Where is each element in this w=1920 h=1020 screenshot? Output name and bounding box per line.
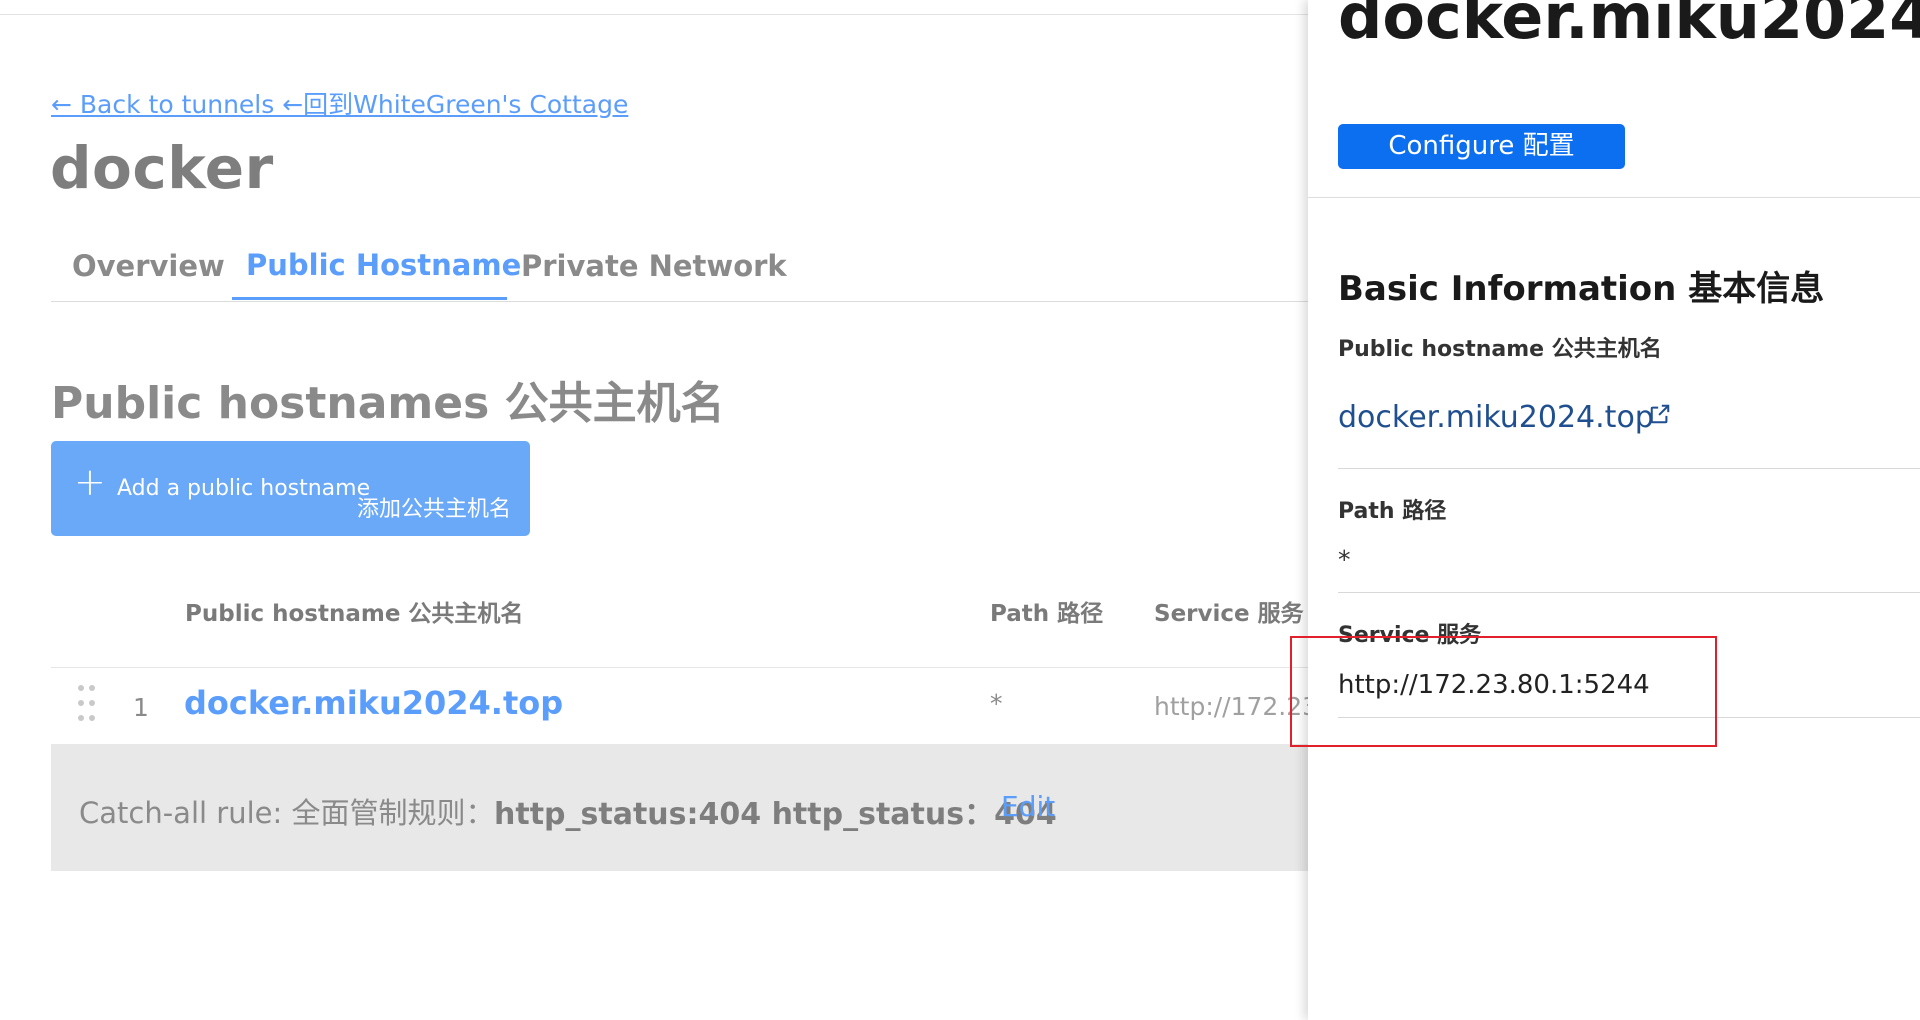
section-heading: Public hostnames 公共主机名 xyxy=(51,378,725,429)
active-tab-indicator xyxy=(232,297,507,300)
catch-all-value: http_status:404 http_status：404 xyxy=(494,797,1057,832)
drag-handle-icon[interactable] xyxy=(78,685,96,725)
configure-button[interactable]: Configure 配置 xyxy=(1338,124,1625,169)
catch-all-rule: Catch-all rule: 全面管制规则： http_status:404 … xyxy=(51,744,1310,871)
top-divider xyxy=(0,14,1310,15)
external-link-icon[interactable] xyxy=(1649,403,1671,425)
basic-information-heading: Basic Information 基本信息 xyxy=(1338,269,1825,309)
path-field-value: * xyxy=(1338,545,1351,574)
tab-bar: Overview Public Hostname Private Network xyxy=(51,241,1310,302)
tab-public-hostname[interactable]: Public Hostname xyxy=(246,248,521,282)
row-hostname-link[interactable]: docker.miku2024.top xyxy=(184,684,563,722)
hostname-field-label: Public hostname 公共主机名 xyxy=(1338,337,1662,362)
hostname-field-link[interactable]: docker.miku2024.top xyxy=(1338,400,1654,435)
panel-title: docker.miku2024.top xyxy=(1338,0,1920,53)
catch-all-edit-link[interactable]: Edit xyxy=(1001,790,1055,823)
column-header-path[interactable]: Path 路径 xyxy=(990,594,1103,628)
catch-all-label: Catch-all rule: 全面管制规则： xyxy=(79,796,495,830)
hostname-detail-panel: docker.miku2024.top Configure 配置 Basic I… xyxy=(1308,0,1920,1020)
field-divider xyxy=(1338,592,1920,593)
add-public-hostname-button[interactable]: + Add a public hostname 添加公共主机名 xyxy=(51,441,530,536)
add-button-label-cn: 添加公共主机名 xyxy=(357,497,512,522)
panel-divider xyxy=(1308,197,1920,198)
column-header-service[interactable]: Service 服务 xyxy=(1154,594,1304,628)
annotation-highlight-box xyxy=(1290,636,1717,747)
field-divider xyxy=(1338,468,1920,469)
tab-private-network[interactable]: Private Network xyxy=(521,249,787,283)
add-button-label: Add a public hostname xyxy=(117,476,371,501)
table-row[interactable]: 1 docker.miku2024.top * http://172.23 xyxy=(51,668,1318,743)
row-path: * xyxy=(990,689,1003,718)
tab-overview[interactable]: Overview xyxy=(72,249,225,283)
column-header-hostname[interactable]: Public hostname 公共主机名 xyxy=(185,594,523,628)
row-number: 1 xyxy=(133,693,149,722)
plus-icon: + xyxy=(74,460,106,504)
back-to-tunnels-link[interactable]: ← Back to tunnels ←回到WhiteGreen's Cottag… xyxy=(51,85,628,121)
page-title: docker xyxy=(50,134,274,202)
path-field-label: Path 路径 xyxy=(1338,499,1447,524)
